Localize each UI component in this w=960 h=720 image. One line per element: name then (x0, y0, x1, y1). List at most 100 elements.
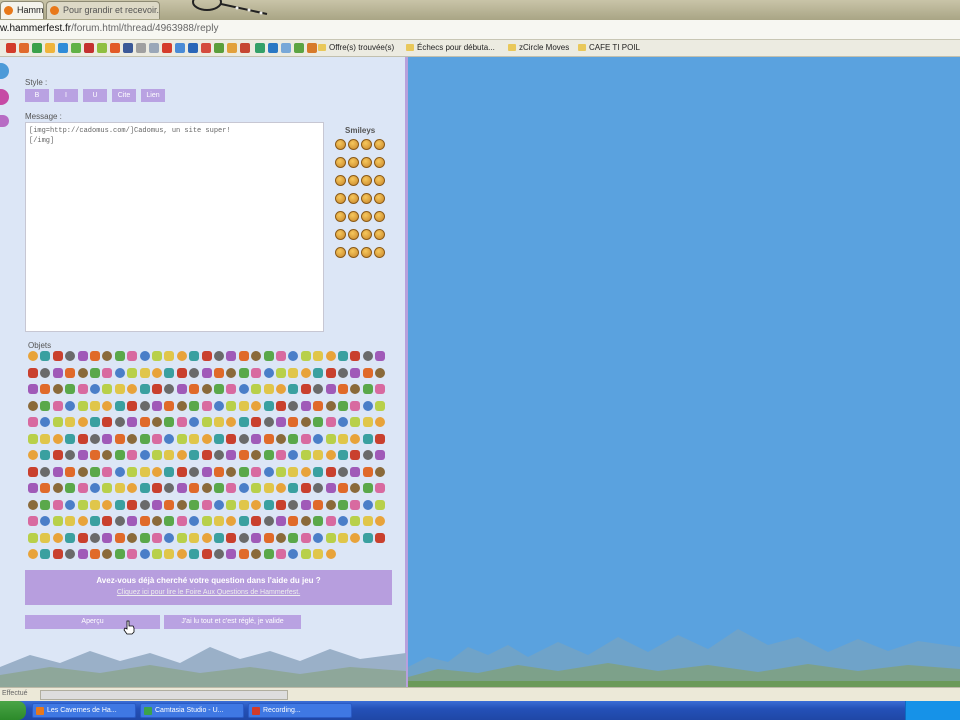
cite-button[interactable]: Cite (112, 89, 136, 102)
object-item-icon[interactable] (226, 483, 237, 493)
object-item-icon[interactable] (77, 499, 88, 510)
object-item-icon[interactable] (375, 367, 386, 378)
object-item-icon[interactable] (201, 499, 212, 510)
object-item-icon[interactable] (251, 400, 262, 411)
object-item-icon[interactable] (28, 384, 38, 394)
object-item-icon[interactable] (350, 400, 361, 411)
object-item-icon[interactable] (77, 433, 88, 444)
smiley-icon[interactable] (374, 175, 385, 186)
object-item-icon[interactable] (52, 367, 63, 378)
object-item-icon[interactable] (65, 532, 76, 543)
object-item-icon[interactable] (139, 532, 150, 543)
object-item-icon[interactable] (176, 466, 187, 477)
object-item-icon[interactable] (288, 417, 299, 427)
object-item-icon[interactable] (338, 417, 348, 427)
object-item-icon[interactable] (214, 367, 224, 378)
object-item-icon[interactable] (201, 433, 212, 444)
object-item-icon[interactable] (164, 400, 175, 411)
object-item-icon[interactable] (300, 417, 311, 427)
bookmark-icon[interactable] (240, 43, 250, 53)
object-item-icon[interactable] (238, 450, 249, 460)
object-item-icon[interactable] (28, 499, 38, 510)
object-item-icon[interactable] (127, 384, 138, 394)
bookmark-icon[interactable] (45, 43, 55, 53)
object-item-icon[interactable] (313, 400, 324, 411)
object-item-icon[interactable] (176, 417, 187, 427)
object-item-icon[interactable] (263, 549, 274, 559)
object-item-icon[interactable] (214, 483, 224, 493)
object-item-icon[interactable] (338, 400, 348, 411)
object-item-icon[interactable] (226, 516, 237, 526)
object-item-icon[interactable] (251, 384, 262, 394)
smiley-icon[interactable] (348, 175, 359, 186)
object-item-icon[interactable] (238, 400, 249, 411)
object-item-icon[interactable] (300, 466, 311, 477)
object-item-icon[interactable] (325, 532, 336, 543)
object-item-icon[interactable] (276, 433, 286, 444)
object-item-icon[interactable] (102, 483, 113, 493)
object-item-icon[interactable] (114, 532, 125, 543)
object-item-icon[interactable] (164, 367, 175, 378)
object-item-icon[interactable] (52, 417, 63, 427)
object-item-icon[interactable] (362, 417, 373, 427)
object-item-icon[interactable] (276, 483, 286, 493)
object-item-icon[interactable] (350, 532, 361, 543)
object-item-icon[interactable] (251, 351, 262, 361)
object-item-icon[interactable] (238, 532, 249, 543)
object-item-icon[interactable] (102, 433, 113, 444)
object-item-icon[interactable] (350, 450, 361, 460)
object-item-icon[interactable] (90, 400, 100, 411)
object-item-icon[interactable] (189, 532, 200, 543)
bookmark-icon[interactable] (97, 43, 107, 53)
object-item-icon[interactable] (338, 384, 348, 394)
object-item-icon[interactable] (238, 384, 249, 394)
object-item-icon[interactable] (52, 499, 63, 510)
object-item-icon[interactable] (350, 433, 361, 444)
object-item-icon[interactable] (40, 516, 51, 526)
object-item-icon[interactable] (263, 450, 274, 460)
object-item-icon[interactable] (214, 433, 224, 444)
smiley-icon[interactable] (374, 139, 385, 150)
object-item-icon[interactable] (114, 433, 125, 444)
object-item-icon[interactable] (152, 351, 162, 361)
object-item-icon[interactable] (325, 384, 336, 394)
object-item-icon[interactable] (214, 499, 224, 510)
object-item-icon[interactable] (300, 450, 311, 460)
object-item-icon[interactable] (288, 516, 299, 526)
object-item-icon[interactable] (238, 351, 249, 361)
object-item-icon[interactable] (226, 433, 237, 444)
object-item-icon[interactable] (114, 384, 125, 394)
object-item-icon[interactable] (114, 450, 125, 460)
object-item-icon[interactable] (300, 483, 311, 493)
bookmark-icon[interactable] (19, 43, 29, 53)
object-item-icon[interactable] (176, 516, 187, 526)
object-item-icon[interactable] (164, 516, 175, 526)
object-item-icon[interactable] (127, 483, 138, 493)
object-item-icon[interactable] (139, 417, 150, 427)
object-item-icon[interactable] (40, 483, 51, 493)
object-item-icon[interactable] (201, 351, 212, 361)
smiley-icon[interactable] (374, 229, 385, 240)
object-item-icon[interactable] (288, 400, 299, 411)
object-item-icon[interactable] (189, 499, 200, 510)
smiley-icon[interactable] (361, 229, 372, 240)
object-item-icon[interactable] (90, 384, 100, 394)
object-item-icon[interactable] (375, 532, 386, 543)
object-item-icon[interactable] (313, 351, 324, 361)
object-item-icon[interactable] (362, 367, 373, 378)
object-item-icon[interactable] (114, 417, 125, 427)
object-item-icon[interactable] (350, 499, 361, 510)
object-item-icon[interactable] (325, 400, 336, 411)
object-item-icon[interactable] (40, 367, 51, 378)
smiley-icon[interactable] (335, 247, 346, 258)
object-item-icon[interactable] (226, 367, 237, 378)
object-item-icon[interactable] (375, 483, 386, 493)
object-item-icon[interactable] (263, 351, 274, 361)
object-item-icon[interactable] (300, 384, 311, 394)
object-item-icon[interactable] (28, 433, 38, 444)
object-item-icon[interactable] (362, 433, 373, 444)
object-item-icon[interactable] (28, 483, 38, 493)
object-item-icon[interactable] (164, 433, 175, 444)
object-item-icon[interactable] (90, 532, 100, 543)
object-item-icon[interactable] (276, 450, 286, 460)
